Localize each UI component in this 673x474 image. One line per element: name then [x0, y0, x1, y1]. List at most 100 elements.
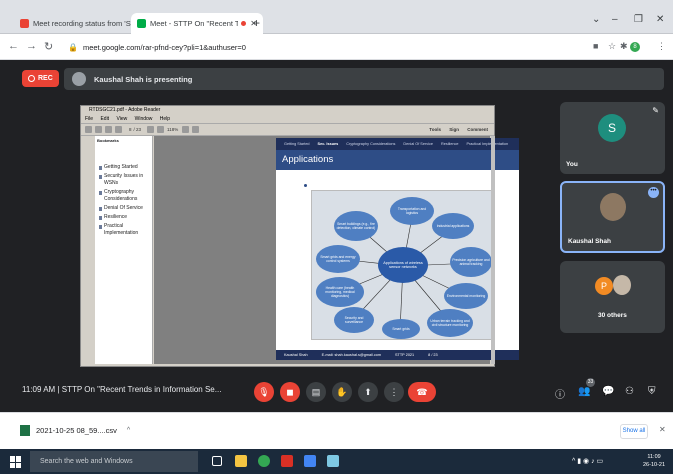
info-icon[interactable]: ⓘ — [555, 386, 565, 401]
download-bar: 2021-10-25 08_59....csv ^ Show all ✕ — [0, 412, 673, 449]
task-view-icon[interactable] — [212, 456, 222, 466]
bookmark-item: Resilience — [99, 214, 153, 221]
document-view: Getting Started Sec. Issues Cryptography… — [154, 136, 519, 364]
participant-photo — [613, 275, 631, 295]
meeting-time: 11:09 AM — [22, 385, 56, 394]
app-icon[interactable] — [327, 455, 339, 467]
bookmark-item: Security Issues in WSNs — [99, 173, 153, 187]
present-button[interactable]: ⬆ — [358, 382, 378, 402]
new-tab-button[interactable]: + — [253, 16, 260, 30]
save-icon — [95, 126, 102, 133]
bullet-icon — [304, 184, 307, 187]
participant-tile-you[interactable]: ✎ S You — [560, 102, 665, 174]
meet-icon — [137, 19, 146, 28]
record-icon — [28, 75, 35, 82]
extensions-icon[interactable]: ✱ — [620, 41, 628, 52]
comment-icon — [192, 126, 200, 133]
profile-avatar[interactable]: 8 — [630, 42, 640, 52]
fit-page-icon — [182, 126, 190, 133]
close-window-button[interactable]: ✕ — [656, 14, 664, 25]
windows-start-icon[interactable] — [10, 456, 22, 468]
reader-scrollbar — [491, 136, 495, 364]
star-icon[interactable]: ☆ — [608, 41, 616, 52]
close-icon[interactable]: ✕ — [659, 425, 666, 434]
raise-hand-button[interactable]: ✋ — [332, 382, 352, 402]
mic-toggle-button[interactable]: 🎙 — [254, 382, 274, 402]
end-call-button[interactable]: ☎ — [408, 382, 436, 402]
reader-panel-buttons: Tools Sign Comment — [422, 127, 488, 132]
recording-badge: REC — [22, 70, 59, 87]
footer-email: E-mail: shah.kaushal.s@gmail.com — [321, 353, 382, 357]
zoom-in-icon — [157, 126, 165, 133]
slide-nav-item: Getting Started — [284, 142, 310, 146]
app-icon[interactable] — [304, 455, 316, 467]
presenting-text: Kaushal Shah is presenting — [94, 74, 193, 84]
presenter-avatar — [72, 72, 86, 86]
diagram-node: Health care (health monitoring, medical … — [316, 277, 364, 307]
taskbar-clock[interactable]: 11:09 26-10-21 — [643, 453, 665, 469]
chat-icon[interactable]: 💬 — [602, 386, 614, 397]
download-filename: 2021-10-25 08_59....csv — [36, 426, 117, 435]
menu-item: File — [85, 116, 94, 122]
tab-meet[interactable]: Meet - STTP On "Recent Tre ✕ — [131, 13, 263, 34]
mic-off-icon: ✎ — [652, 106, 659, 115]
people-icon[interactable]: 👥 — [578, 386, 590, 397]
back-button[interactable]: ← — [8, 40, 19, 52]
zoom-out-icon — [147, 126, 155, 133]
sign-label: Sign — [449, 127, 459, 132]
meeting-details: 11:09 AM | STTP On "Recent Trends in Inf… — [22, 385, 222, 394]
camera-toggle-button[interactable]: ◼ — [280, 382, 300, 402]
camera-icon[interactable]: ■ — [593, 41, 598, 51]
participant-tile-presenter[interactable]: ••• Kaushal Shah — [560, 181, 665, 253]
diagram-node: Security and surveillance — [334, 307, 374, 333]
chevron-down-icon[interactable]: ⌄ — [592, 14, 600, 25]
slide-nav-item-active: Sec. Issues — [317, 142, 339, 146]
chrome-icon[interactable] — [258, 455, 270, 467]
activities-icon[interactable]: ⚇ — [625, 386, 634, 397]
diagram-node: Industrial applications — [432, 213, 474, 239]
slide-nav-item: Cryptography Considerations — [346, 142, 396, 146]
download-item[interactable]: 2021-10-25 08_59....csv ^ — [20, 425, 130, 436]
captions-button[interactable]: ▤ — [306, 382, 326, 402]
page-field: 8 — [129, 127, 132, 132]
meet-stage: REC Kaushal Shah is presenting RTDSGC21.… — [0, 60, 673, 412]
show-all-button[interactable]: Show all — [620, 424, 648, 439]
forward-button[interactable]: → — [26, 40, 37, 52]
page-total: / 23 — [133, 127, 142, 132]
more-options-icon[interactable]: ••• — [648, 187, 659, 198]
slide-nav-item: Denial Of Service — [403, 142, 433, 146]
footer-author: Kaushal Shah — [284, 353, 308, 357]
participant-count-badge: 33 — [586, 378, 595, 387]
applications-diagram: Transportation and logistics Industrial … — [311, 190, 493, 340]
host-controls-icon[interactable]: ⛨ — [648, 386, 656, 397]
meeting-controls: 11:09 AM | STTP On "Recent Trends in Inf… — [0, 372, 673, 412]
print-icon — [105, 126, 112, 133]
slide: Getting Started Sec. Issues Cryptography… — [276, 138, 519, 360]
participant-name: Kaushal Shah — [568, 238, 611, 245]
participant-tile-others[interactable]: P 30 others — [560, 261, 665, 333]
restore-button[interactable]: ❐ — [634, 14, 643, 25]
more-options-button[interactable]: ⋮ — [384, 382, 404, 402]
menu-icon[interactable]: ⋮ — [657, 41, 666, 52]
url-field[interactable]: 🔒 meet.google.com/rar-pfnd-cey?pli=1&aut… — [68, 38, 588, 56]
lock-icon: 🔒 — [68, 42, 78, 52]
diagram-node: Environmental monitoring — [444, 283, 488, 309]
tray-icons[interactable]: ^ ▮ ◉ ♪ ▭ — [572, 457, 603, 465]
taskbar-search[interactable]: Search the web and Windows — [30, 451, 198, 472]
acrobat-icon[interactable] — [281, 455, 293, 467]
file-explorer-icon[interactable] — [235, 455, 247, 467]
meeting-title: STTP On "Recent Trends in Information Se… — [61, 385, 222, 394]
slide-nav-item: Practical Implementation — [466, 142, 509, 146]
diagram-node: Transportation and logistics — [390, 197, 434, 225]
bookmarks-label: Bookmarks — [97, 138, 119, 143]
reload-button[interactable]: ↻ — [44, 40, 53, 53]
chevron-up-icon[interactable]: ^ — [127, 427, 130, 434]
tab-title: Meet - STTP On "Recent Tre — [150, 19, 239, 28]
slide-title: Applications — [276, 150, 519, 170]
diagram-node: Urban terrain tracking and civil structu… — [427, 309, 473, 337]
csv-file-icon — [20, 425, 30, 436]
minimize-button[interactable]: – — [612, 14, 618, 25]
bookmark-item: Practical Implementation — [99, 223, 153, 237]
address-bar: ← → ↻ 🔒 meet.google.com/rar-pfnd-cey?pli… — [0, 34, 673, 60]
diagram-node: Smart grids — [382, 319, 420, 339]
